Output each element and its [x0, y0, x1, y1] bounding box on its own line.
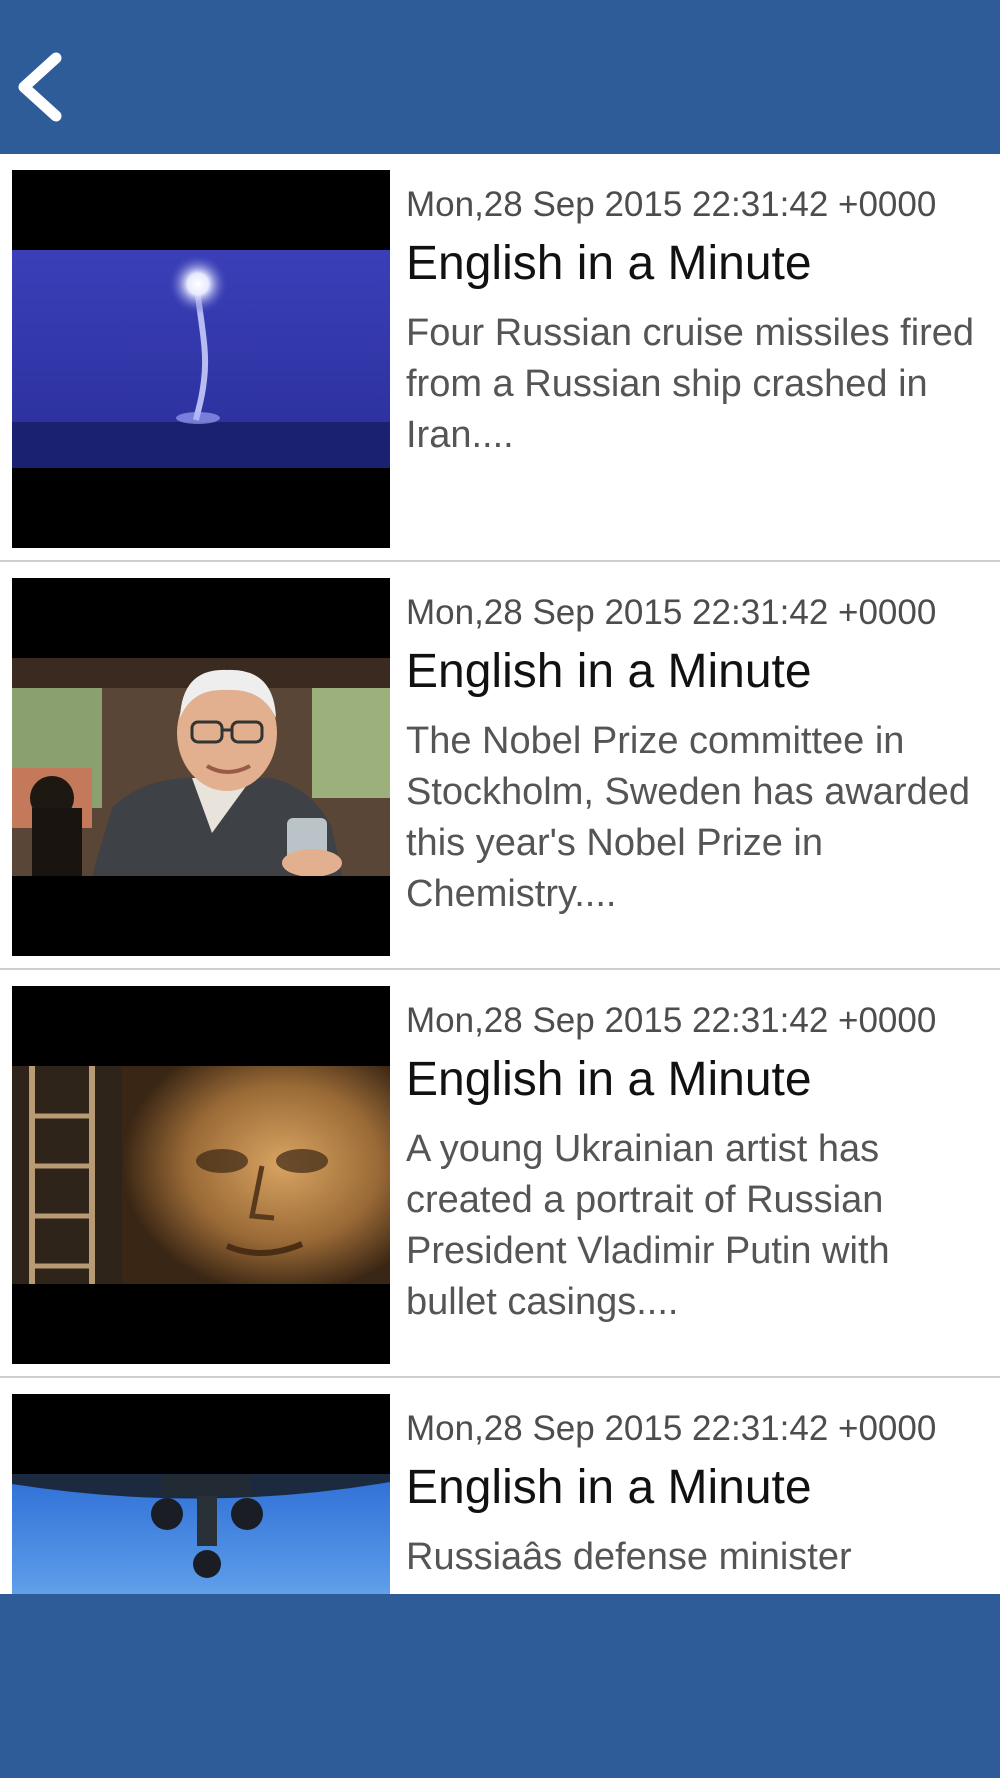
article-thumbnail[interactable] — [12, 170, 390, 548]
article-list: Mon,28 Sep 2015 22:31:42 +0000 English i… — [0, 154, 1000, 1594]
bottom-bar — [0, 1594, 1000, 1778]
list-item[interactable]: Mon,28 Sep 2015 22:31:42 +0000 English i… — [0, 970, 1000, 1378]
article-description: Russiaâs defense minister — [406, 1536, 852, 1578]
top-app-bar — [0, 0, 1000, 154]
article-title[interactable]: English in a Minute — [406, 642, 990, 702]
article-description: The Nobel Prize committee in Stockholm, … — [406, 720, 970, 915]
list-item[interactable]: Mon,28 Sep 2015 22:31:42 +0000 English i… — [0, 154, 1000, 562]
article-title[interactable]: English in a Minute — [406, 1458, 990, 1518]
bullet-portrait-image — [12, 1066, 390, 1284]
list-item[interactable]: Mon,28 Sep 2015 22:31:42 +0000 English i… — [0, 562, 1000, 970]
article-date: Mon,28 Sep 2015 22:31:42 +0000 — [406, 1409, 937, 1448]
article-date: Mon,28 Sep 2015 22:31:42 +0000 — [406, 185, 937, 224]
article-thumbnail[interactable] — [12, 986, 390, 1364]
list-item[interactable]: Mon,28 Sep 2015 22:31:42 +0000 English i… — [0, 1378, 1000, 1594]
article-description: A young Ukrainian artist has created a p… — [406, 1128, 890, 1323]
aircraft-image — [12, 1474, 390, 1594]
article-thumbnail[interactable] — [12, 1394, 390, 1594]
article-description: Four Russian cruise missiles fired from … — [406, 312, 975, 456]
article-date: Mon,28 Sep 2015 22:31:42 +0000 — [406, 593, 937, 632]
article-title[interactable]: English in a Minute — [406, 1050, 990, 1110]
portrait-photo-image — [12, 658, 390, 876]
missile-launch-image — [12, 250, 390, 468]
chevron-left-icon — [18, 52, 62, 122]
article-date: Mon,28 Sep 2015 22:31:42 +0000 — [406, 1001, 937, 1040]
article-title[interactable]: English in a Minute — [406, 234, 990, 294]
article-thumbnail[interactable] — [12, 578, 390, 956]
back-button[interactable] — [14, 50, 74, 124]
